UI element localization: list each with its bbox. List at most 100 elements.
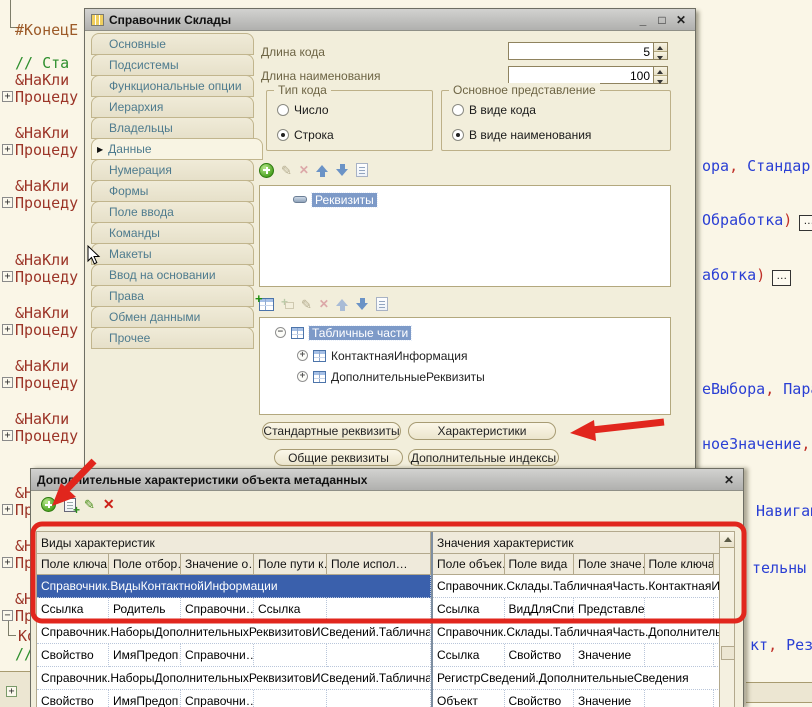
vertical-scrollbar[interactable] <box>719 531 735 707</box>
table-cell[interactable] <box>645 598 715 621</box>
table-cell[interactable]: Объект <box>433 690 505 707</box>
add-copy-icon[interactable]: + <box>64 498 76 512</box>
tab-item[interactable]: Макеты <box>91 243 254 265</box>
radio-as-name[interactable]: В виде наименования <box>452 128 591 142</box>
minimize-button[interactable]: _ <box>635 13 651 27</box>
table-cell[interactable] <box>254 690 327 707</box>
table-cell[interactable] <box>327 690 431 707</box>
code-length-value[interactable]: 5 <box>508 42 654 60</box>
tree-node-attributes[interactable]: Реквизиты <box>293 192 377 207</box>
column-group-header[interactable]: Виды характеристик <box>37 532 431 554</box>
table-cell[interactable]: Ссылка <box>254 598 327 621</box>
scroll-up-icon[interactable] <box>720 532 734 548</box>
table-cell[interactable]: Ссылка <box>37 598 109 621</box>
sort-list-icon[interactable] <box>356 163 368 177</box>
collapse-icon[interactable]: − <box>275 327 286 338</box>
move-down-icon[interactable] <box>356 298 369 311</box>
tab-item[interactable]: Формы <box>91 180 254 202</box>
table-row[interactable]: Справочник.ВидыКонтактнойИнформацииСправ… <box>37 575 720 598</box>
table-cell[interactable]: Свойство <box>505 690 575 707</box>
table-cell[interactable]: ВидДляСпи… <box>505 598 575 621</box>
table-row[interactable]: Справочник.НаборыДополнительныхРеквизито… <box>37 667 720 690</box>
standard-attributes-button[interactable]: Стандартные реквизиты <box>262 422 401 440</box>
step-down-icon[interactable] <box>654 75 667 84</box>
tab-item[interactable]: Обмен данными <box>91 306 254 328</box>
add-attribute-icon[interactable] <box>281 299 294 310</box>
radio-as-code[interactable]: В виде кода <box>452 103 536 117</box>
table-row[interactable]: СвойствоИмяПредоп…Справочни…СсылкаСвойст… <box>37 644 720 667</box>
delete-icon[interactable]: ✕ <box>103 497 115 512</box>
tab-item[interactable]: Функциональные опции <box>91 75 254 97</box>
code-fold-toggle[interactable]: + <box>2 430 13 441</box>
tab-item[interactable]: Основные <box>91 33 254 55</box>
radio-number[interactable]: Число <box>277 103 329 117</box>
table-cell[interactable]: Справочни… <box>181 598 254 621</box>
code-fold-toggle[interactable]: + <box>2 324 13 335</box>
edit-icon[interactable]: ✎ <box>301 297 312 312</box>
char-table[interactable]: Виды характеристикЗначения характеристик… <box>36 531 720 707</box>
table-cell[interactable]: Справочни… <box>181 644 254 667</box>
table-cell[interactable]: Справочни… <box>181 690 254 707</box>
code-length-stepper[interactable]: 5 <box>508 42 668 60</box>
code-fold-toggle[interactable]: + <box>2 377 13 388</box>
column-header[interactable]: Поле вида <box>505 554 575 575</box>
tree-node-tabular-sections[interactable]: − Табличные части <box>275 325 411 340</box>
close-button[interactable]: ✕ <box>721 473 737 487</box>
table-cell[interactable]: Ссылка <box>433 644 505 667</box>
expand-icon[interactable]: + <box>297 371 308 382</box>
characteristics-button[interactable]: Характеристики <box>408 422 556 440</box>
table-cell[interactable] <box>327 598 431 621</box>
name-length-stepper[interactable]: 100 <box>508 66 668 84</box>
move-down-icon[interactable] <box>336 164 349 177</box>
table-cell[interactable]: ИмяПредоп… <box>109 690 181 707</box>
dialog-titlebar[interactable]: Дополнительные характеристики объекта ме… <box>31 469 743 491</box>
tab-item[interactable]: Прочее <box>91 327 254 349</box>
collapsed-code-button[interactable]: … <box>799 215 812 231</box>
add-icon[interactable] <box>41 497 56 512</box>
radio-string[interactable]: Строка <box>277 128 334 142</box>
object-path-cell[interactable]: Справочник.Склады.ТабличнаяЧасть.Дополни… <box>433 621 720 644</box>
step-up-icon[interactable] <box>654 43 667 51</box>
stepper-buttons[interactable] <box>654 42 668 60</box>
table-cell[interactable]: Представле… <box>574 598 645 621</box>
step-down-icon[interactable] <box>654 51 667 60</box>
common-attributes-button[interactable]: Общие реквизиты <box>274 449 403 466</box>
sort-list-icon[interactable] <box>376 297 388 311</box>
close-button[interactable]: ✕ <box>673 13 689 27</box>
column-header[interactable]: Поле отбор… <box>109 554 181 575</box>
column-header[interactable]: Поле испол… <box>327 554 431 575</box>
step-up-icon[interactable] <box>654 67 667 75</box>
tab-item[interactable]: Подсистемы <box>91 54 254 76</box>
column-header[interactable]: Поле объек… <box>433 554 505 575</box>
table-cell[interactable]: Значение <box>574 690 645 707</box>
maximize-button[interactable]: □ <box>654 13 670 27</box>
tab-item[interactable]: Нумерация <box>91 159 254 181</box>
tabular-sections-tree[interactable]: − Табличные части + КонтактнаяИнформация… <box>259 317 671 415</box>
additional-indexes-button[interactable]: Дополнительные индексы <box>408 449 559 466</box>
code-fold-toggle[interactable]: + <box>2 144 13 155</box>
tab-item[interactable]: Поле ввода <box>91 201 254 223</box>
add-icon[interactable] <box>259 163 274 178</box>
tree-node-contact-info[interactable]: + КонтактнаяИнформация <box>297 348 467 363</box>
table-cell[interactable] <box>645 690 715 707</box>
name-length-value[interactable]: 100 <box>508 66 654 84</box>
tab-item[interactable]: Права <box>91 285 254 307</box>
code-fold-toggle[interactable]: + <box>6 686 17 697</box>
code-fold-toggle[interactable]: + <box>2 271 13 282</box>
table-cell[interactable]: ИмяПредоп… <box>109 644 181 667</box>
collapsed-code-button[interactable]: … <box>772 270 791 286</box>
table-row[interactable]: СвойствоИмяПредоп…Справочни…ОбъектСвойст… <box>37 690 720 707</box>
code-fold-toggle[interactable]: + <box>2 197 13 208</box>
table-cell[interactable]: Значение <box>574 644 645 667</box>
radio-icon[interactable] <box>277 104 289 116</box>
object-path-cell[interactable]: Справочник.ВидыКонтактнойИнформации <box>37 575 431 598</box>
column-group-header[interactable]: Значения характеристик <box>433 532 720 554</box>
tab-item[interactable]: Иерархия <box>91 96 254 118</box>
table-cell[interactable]: Родитель <box>109 598 181 621</box>
expand-icon[interactable]: + <box>297 350 308 361</box>
table-cell[interactable] <box>254 644 327 667</box>
radio-selected-icon[interactable] <box>452 129 464 141</box>
code-fold-toggle[interactable]: + <box>2 504 13 515</box>
column-header[interactable]: Поле ключа… <box>645 554 715 575</box>
tree-node-label[interactable]: ДополнительныеРеквизиты <box>331 370 485 384</box>
